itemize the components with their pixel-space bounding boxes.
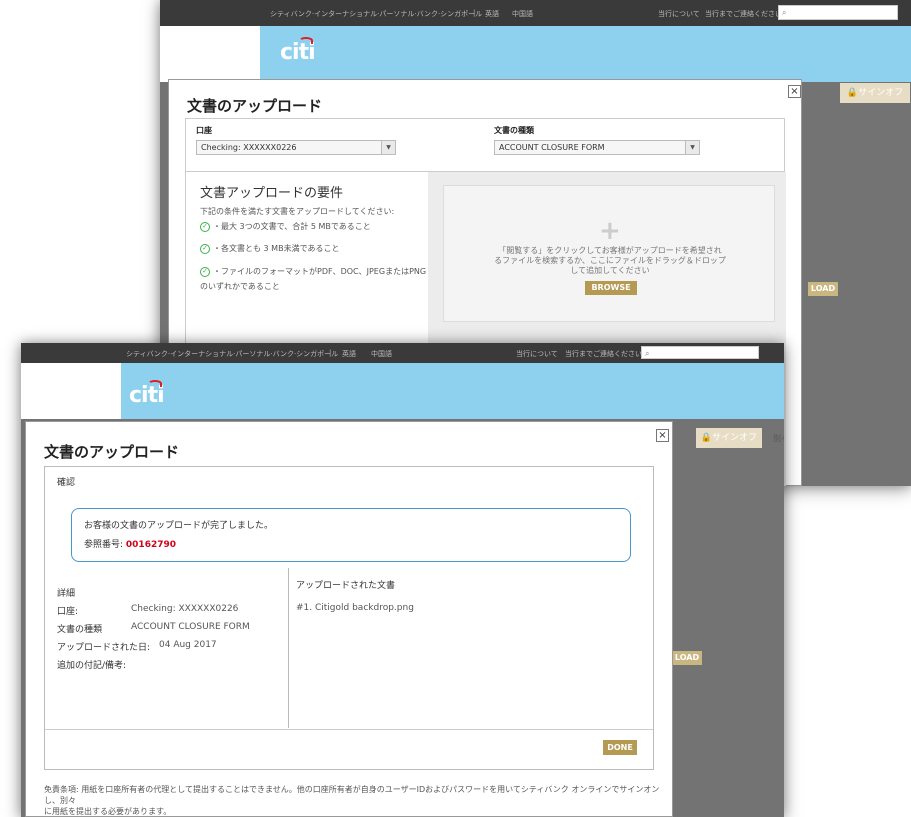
confirmation-title: 確認 [57,478,76,488]
lang-zh-link[interactable]: 中国語 [371,349,392,359]
doctype-select[interactable]: ACCOUNT CLOSURE FORM ▼ [494,140,700,155]
sign-off-label: サインオフ [858,88,904,98]
lang-en-link[interactable]: 英語 [485,9,499,19]
account-select[interactable]: Checking: XXXXXX0226 ▼ [196,140,396,155]
chevron-down-icon: ▼ [381,141,395,154]
lang-zh-link[interactable]: 中国語 [512,9,533,19]
close-icon[interactable]: × [656,429,669,442]
doctype-value: ACCOUNT CLOSURE FORM [131,622,250,632]
requirement-2: ✓ ・各文書とも 3 MB未満であること [200,243,340,254]
sign-off-button[interactable]: 🔒サインオフ [840,83,910,103]
uploaded-doc-item: #1. Citigold backdrop.png [296,603,414,613]
banner-left-strip [21,363,121,419]
uploaded-docs-title: アップロードされた文書 [296,581,396,591]
upload-modal-front: 文書のアップロード × 確認 お客様の文書のアップロードが完了しました。 参照番… [25,421,673,817]
check-circle-icon: ✓ [200,266,210,277]
done-button[interactable]: DONE [603,740,637,755]
requirement-1: ✓ ・最大 3つの文書で、合計 5 MBであること [200,221,371,232]
bank-name-link[interactable]: シティバンク·インターナショナル·パーソナル·バンク·シンガポール [270,9,482,19]
account-select-value: Checking: XXXXXX0226 [201,143,297,152]
check-circle-icon: ✓ [200,221,210,232]
nav-separator: | [329,349,332,357]
uploaded-date-value: 04 Aug 2017 [159,640,217,650]
sign-off-button[interactable]: 🔒サインオフ [696,428,762,448]
check-circle-icon: ✓ [200,243,210,254]
doctype-select-value: ACCOUNT CLOSURE FORM [499,143,605,152]
success-text: お客様の文書のアップロードが完了しました。 [84,521,274,531]
upload-button-partial[interactable]: LOAD [672,651,702,665]
reference-number: 参照番号: 00162790 [84,540,177,550]
lock-icon: 🔒 [700,433,713,443]
disclaimer-text: 免責条項: 用紙を口座所有者の代理として提出することはできません。他の口座所有者… [44,785,660,816]
upload-button-partial[interactable]: LOAD [808,282,838,296]
doctype-label: 文書の種類 [57,625,103,635]
lang-en-link[interactable]: 英語 [342,349,356,359]
citi-logo[interactable]: citi [280,37,316,65]
uploaded-date-label: アップロードされた日: [57,643,151,653]
file-drop-zone[interactable]: + 「閲覧する」をクリックしてお客様がアップロードを希望され るファイルを検索す… [443,185,775,322]
success-message-box: お客様の文書のアップロードが完了しました。 参照番号: 00162790 [71,508,631,562]
requirements-title: 文書アップロードの要件 [200,186,344,201]
close-icon[interactable]: × [788,85,801,98]
side-text-partial: 別々 [773,434,784,443]
contact-link[interactable]: 当行までご連絡ください [565,349,642,359]
sign-off-label: サインオフ [712,433,758,443]
plus-icon: + [599,216,621,246]
account-label: 口座 [196,126,212,135]
drop-instructions: 「閲覧する」をクリックしてお客様がアップロードを希望され るファイルを検索するか… [494,246,726,275]
nav-separator: | [473,9,476,17]
account-doctype-panel: 口座 Checking: XXXXXX0226 ▼ 文書の種類 ACCOUNT … [185,118,785,172]
column-divider [288,568,289,728]
banner-left-strip [160,26,260,82]
search-icon: ⌕ [782,8,787,17]
search-icon: ⌕ [645,349,650,358]
search-input[interactable]: ⌕ [778,5,898,20]
account-value: Checking: XXXXXX0226 [131,604,239,614]
account-label: 口座: [57,607,79,617]
lock-icon: 🔒 [846,88,859,98]
modal-title: 文書のアップロード [187,97,323,115]
about-link[interactable]: 当行について [516,349,558,359]
about-link[interactable]: 当行について [658,9,700,19]
confirmation-frame: 確認 お客様の文書のアップロードが完了しました。 参照番号: 00162790 … [44,466,654,770]
top-nav-bar: シティバンク·インターナショナル·パーソナル·バンク·シンガポール | 英語 中… [21,343,784,363]
bank-name-link[interactable]: シティバンク·インターナショナル·パーソナル·バンク·シンガポール [126,349,338,359]
requirement-3: ✓ ・ファイルのフォーマットがPDF、DOC、JPEGまたはPNG [200,266,426,277]
modal-title: 文書のアップロード [44,443,180,461]
brand-banner: citi [160,26,911,82]
notes-label: 追加の付記/備考: [57,661,127,671]
requirement-3-cont: のいずれかであること [200,282,280,291]
browse-button[interactable]: BROWSE [585,281,637,295]
chevron-down-icon: ▼ [685,141,699,154]
logo-arc-icon [148,380,162,387]
foreground-screenshot: シティバンク·インターナショナル·パーソナル·バンク·シンガポール | 英語 中… [21,343,784,817]
brand-banner: citi [21,363,784,419]
footer-divider [45,729,653,730]
citi-logo[interactable]: citi [129,380,165,408]
requirements-intro: 下記の条件を満たす文書をアップロードしてください: [200,207,395,216]
search-input[interactable]: ⌕ [641,346,759,359]
doctype-label: 文書の種類 [494,126,534,135]
details-title: 詳細 [57,589,76,599]
logo-arc-icon [299,37,313,44]
top-nav-bar: シティバンク·インターナショナル·パーソナル·バンク·シンガポール | 英語 中… [160,0,911,26]
contact-link[interactable]: 当行までご連絡ください [705,9,782,19]
